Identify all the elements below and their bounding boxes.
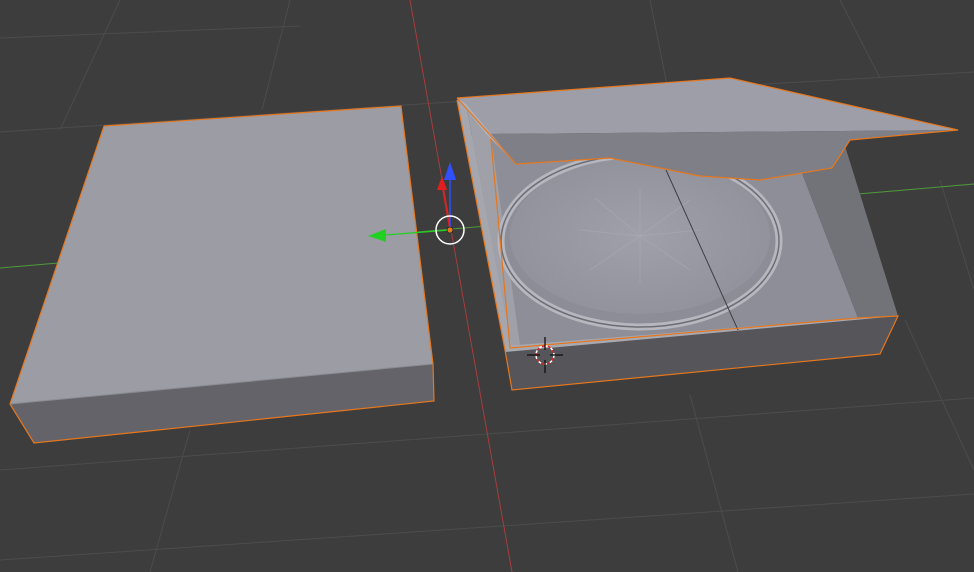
gizmo-x-arrow-shaft xyxy=(442,189,451,231)
lid-panel-object[interactable] xyxy=(9,105,435,444)
pivot-point-icon xyxy=(446,226,454,234)
disc-object[interactable] xyxy=(497,151,783,331)
3d-viewport[interactable] xyxy=(0,0,974,572)
viewport-canvas[interactable] xyxy=(0,0,974,572)
tray-flap-top-face xyxy=(457,78,958,134)
lid-panel-top-face xyxy=(10,106,433,404)
gizmo-z-handle[interactable] xyxy=(444,162,456,180)
